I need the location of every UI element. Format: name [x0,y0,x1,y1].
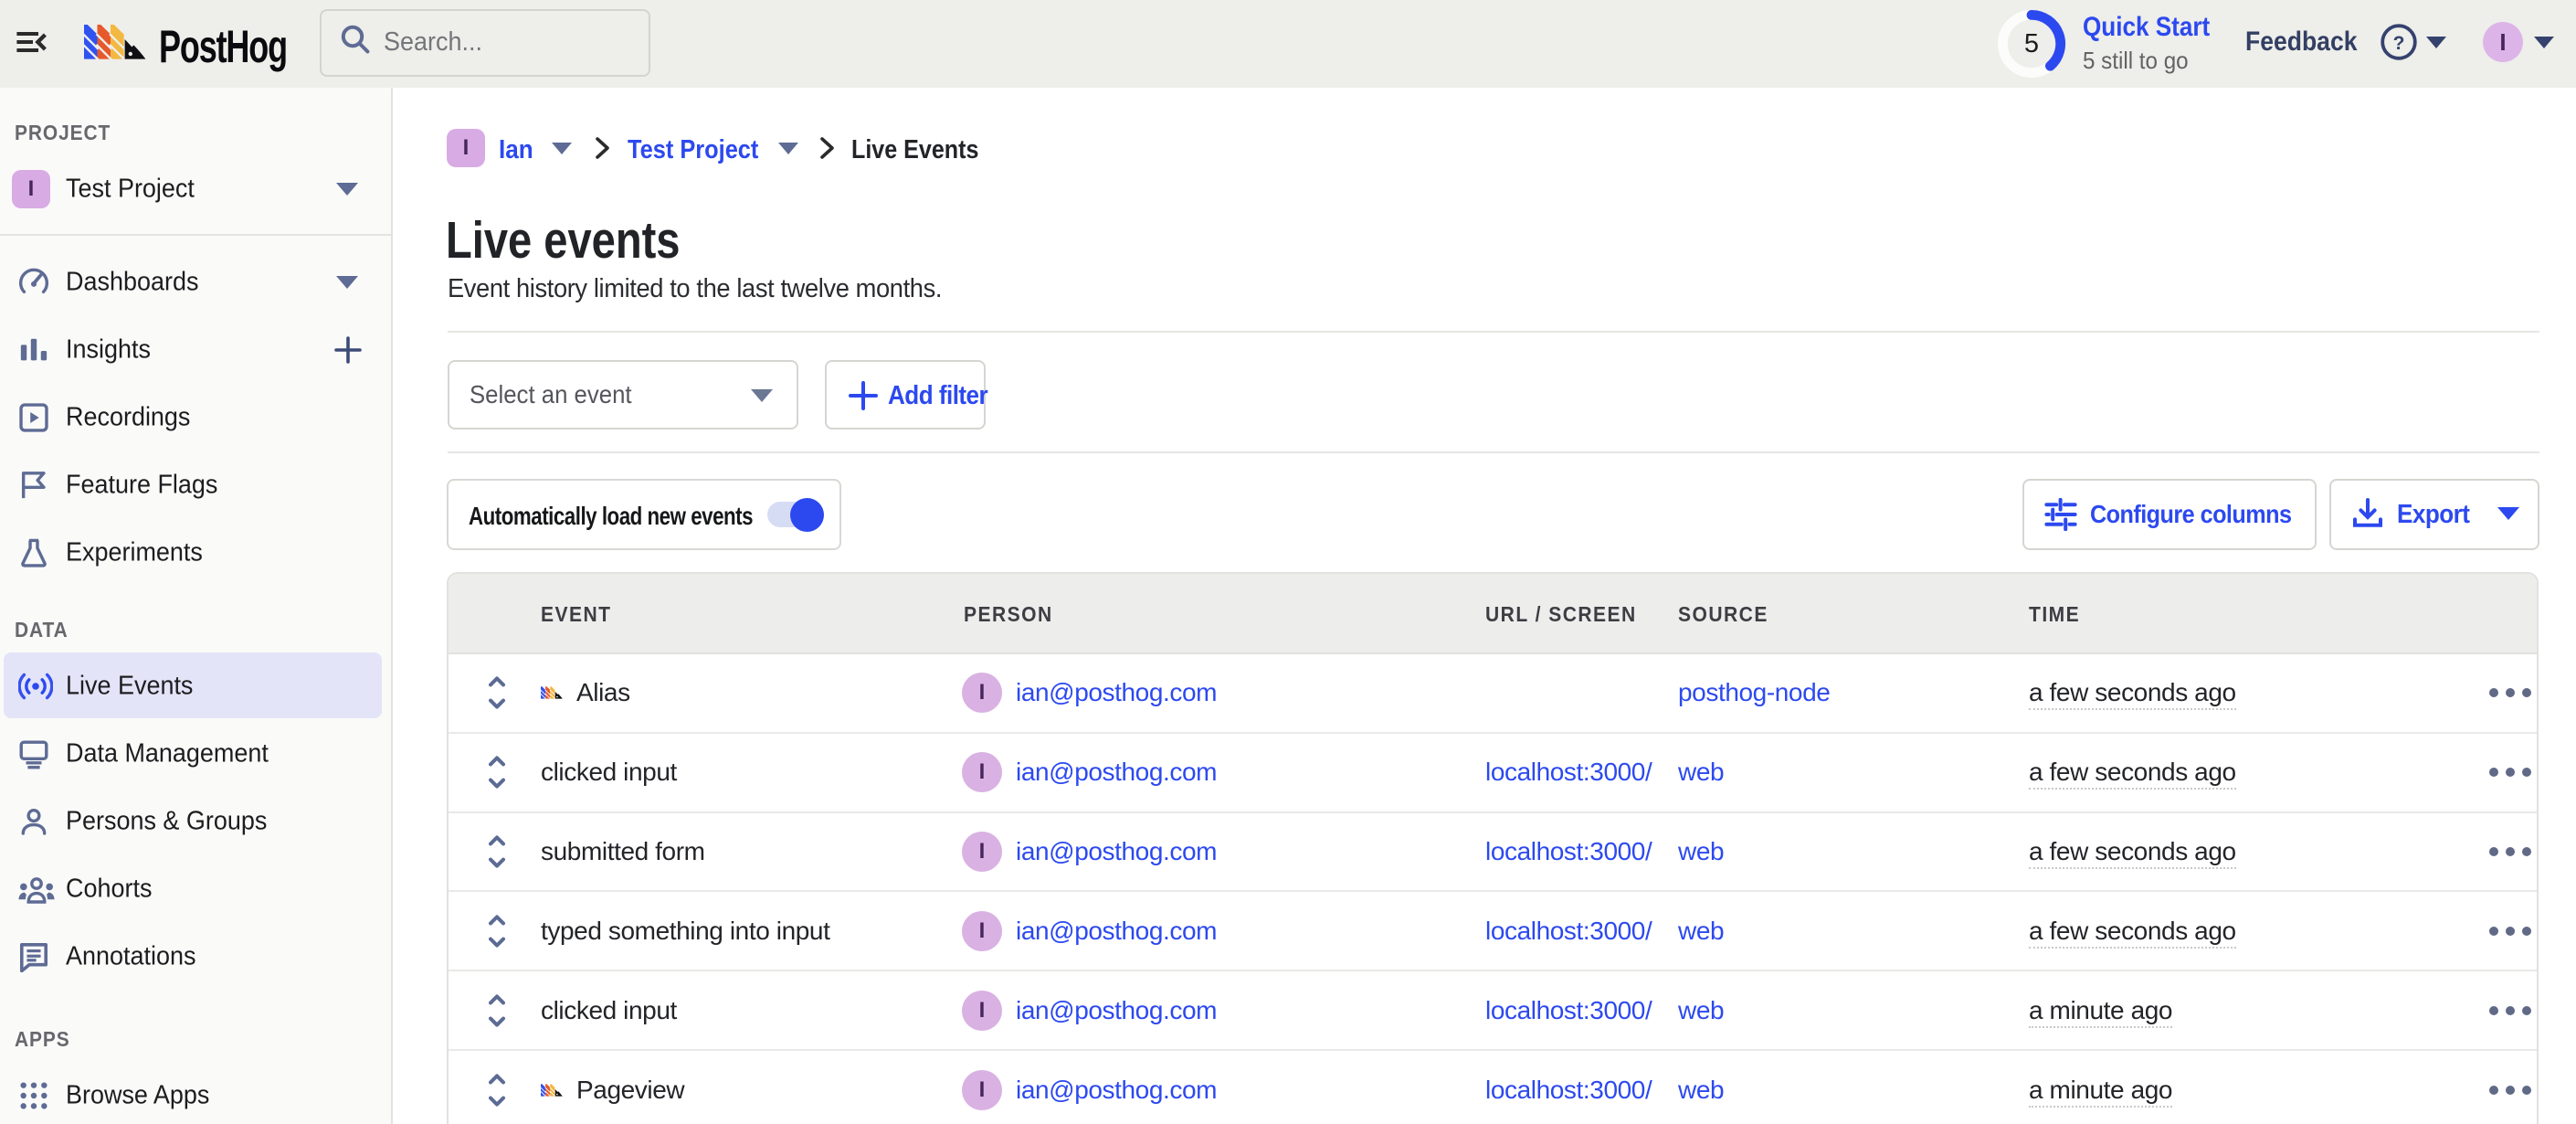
svg-text:?: ? [2393,33,2405,54]
